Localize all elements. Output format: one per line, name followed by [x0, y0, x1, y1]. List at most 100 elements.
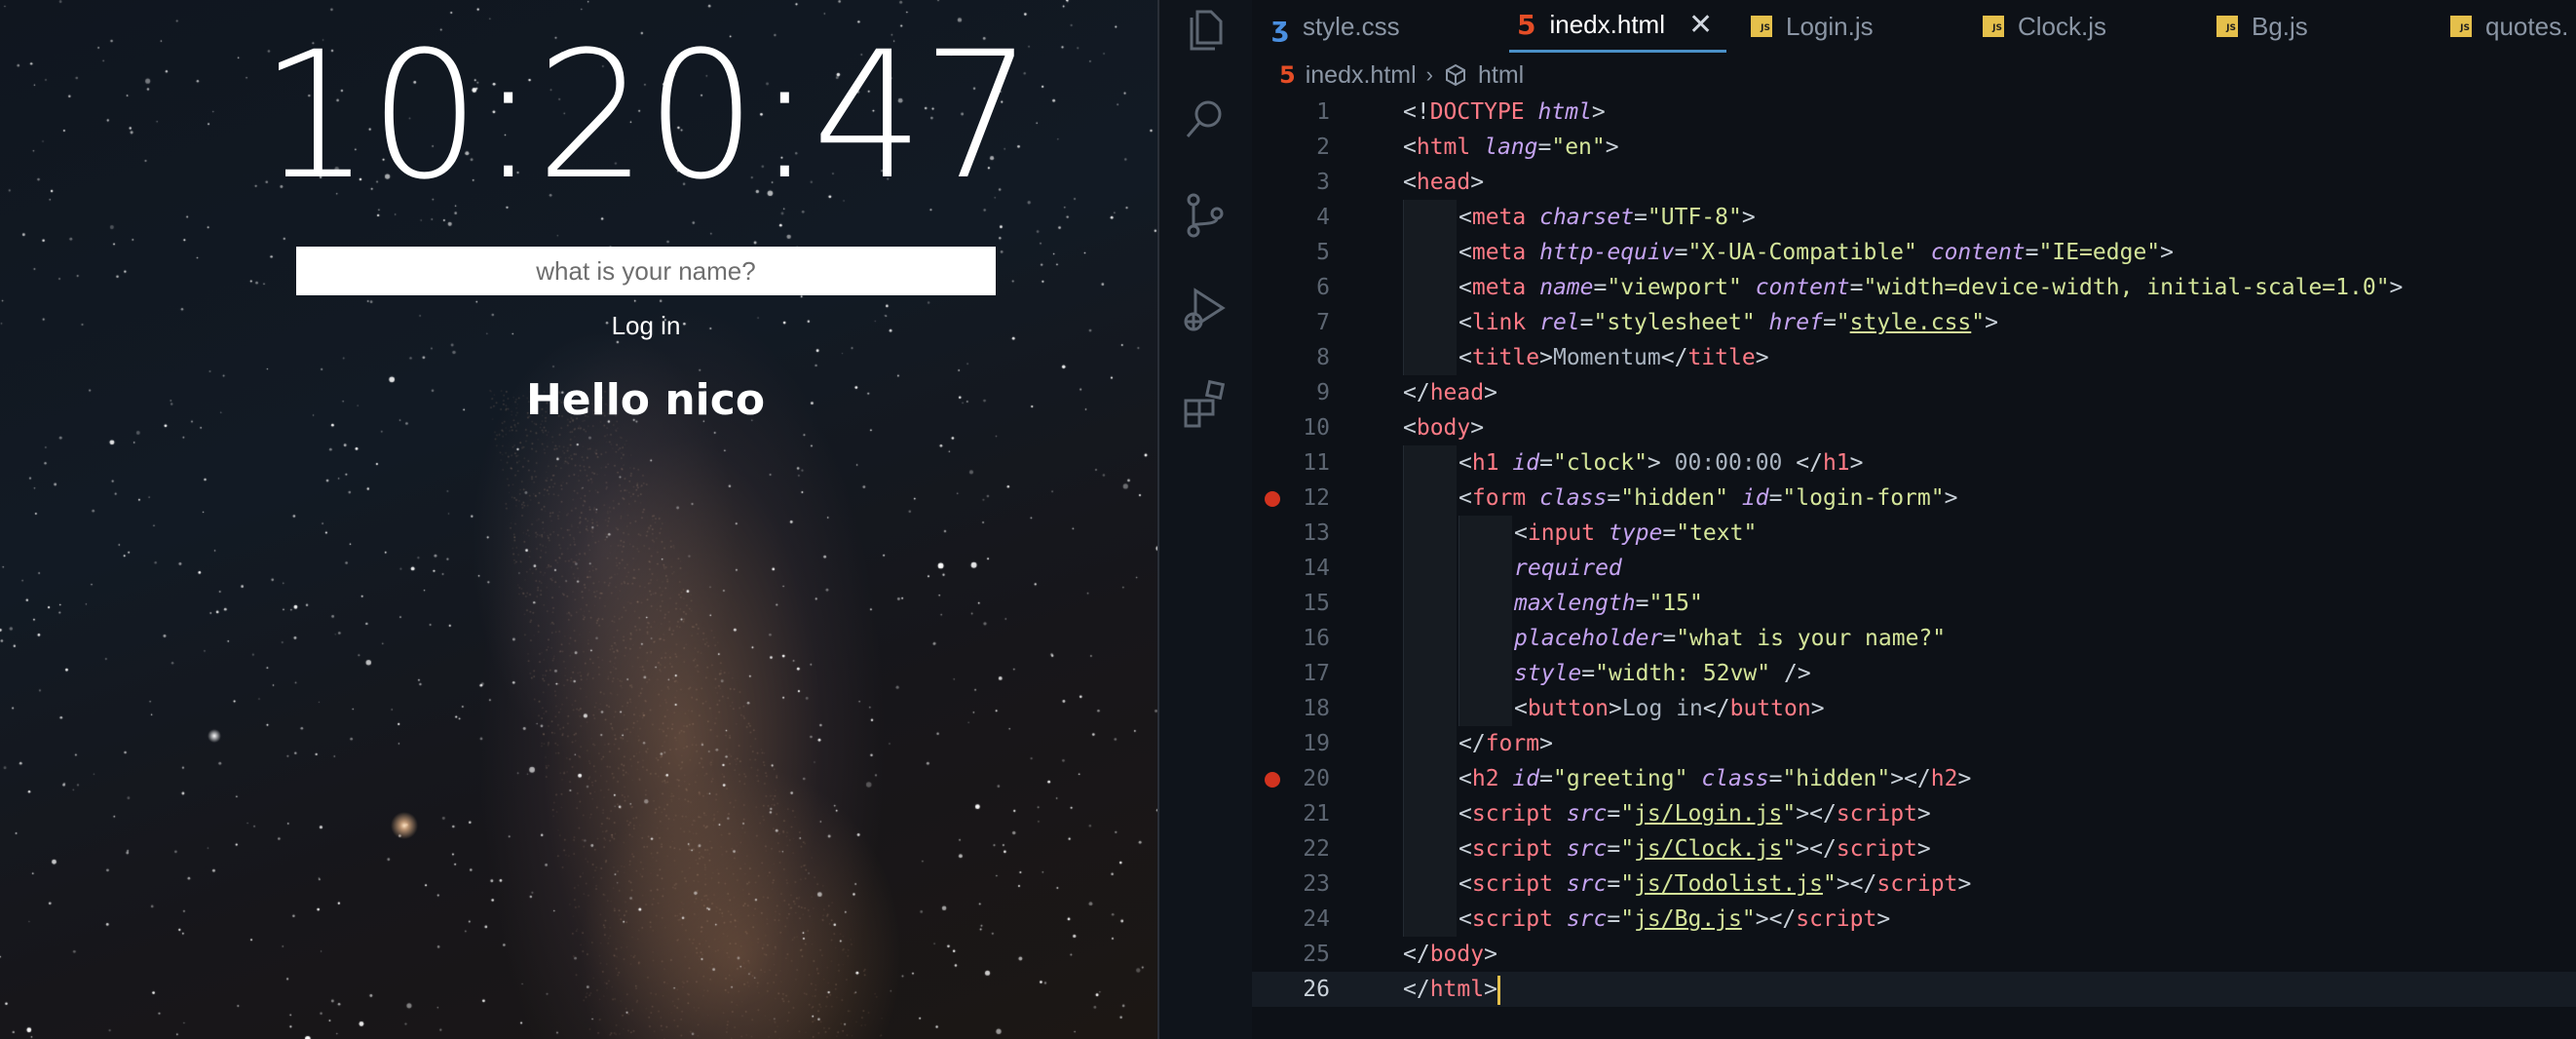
- code-text: <script src="js/Bg.js"></script>: [1458, 906, 1891, 932]
- tab-login-js[interactable]: JS Login.js: [1751, 0, 1874, 53]
- line-number: 21: [1303, 801, 1330, 827]
- code-text: <h2 id="greeting" class="hidden"></h2>: [1458, 766, 1972, 791]
- breadcrumb: 5 inedx.html › html: [1279, 58, 1524, 92]
- source-control-icon[interactable]: [1178, 188, 1232, 243]
- line-number: 16: [1303, 626, 1330, 651]
- tab-label: Bg.js: [2252, 11, 2308, 41]
- line-number: 18: [1303, 696, 1330, 721]
- search-icon[interactable]: [1178, 93, 1232, 147]
- code-line[interactable]: 13 <input type="text": [1252, 516, 2576, 551]
- code-text: </head>: [1403, 380, 1497, 405]
- js-icon: JS: [2450, 16, 2472, 37]
- line-number: 10: [1303, 415, 1330, 441]
- code-line[interactable]: 7 <link rel="stylesheet" href="style.css"…: [1252, 305, 2576, 340]
- line-number: 3: [1316, 170, 1330, 195]
- code-line[interactable]: 10 <body>: [1252, 410, 2576, 445]
- code-line[interactable]: 1 <!DOCTYPE html>: [1252, 95, 2576, 130]
- code-line[interactable]: 18 <button>Log in</button>: [1252, 691, 2576, 726]
- line-number: 13: [1303, 520, 1330, 546]
- js-icon: JS: [1983, 16, 2004, 37]
- code-line[interactable]: 17 style="width: 52vw" />: [1252, 656, 2576, 691]
- code-line[interactable]: 6 <meta name="viewport" content="width=de…: [1252, 270, 2576, 305]
- code-line[interactable]: 21 <script src="js/Login.js"></script>: [1252, 796, 2576, 831]
- code-line[interactable]: 15 maxlength="15": [1252, 586, 2576, 621]
- indent-guide: [1403, 691, 1457, 726]
- indent-guide: [1403, 270, 1457, 305]
- code-line[interactable]: 9 </head>: [1252, 375, 2576, 410]
- code-line[interactable]: 2 <html lang="en">: [1252, 130, 2576, 165]
- code-line[interactable]: 16 placeholder="what is your name?": [1252, 621, 2576, 656]
- line-number: 24: [1303, 906, 1330, 932]
- code-text: <script src="js/Clock.js"></script>: [1458, 836, 1931, 862]
- code-text: <link rel="stylesheet" href="style.css">: [1458, 310, 1998, 335]
- breadcrumb-file[interactable]: inedx.html: [1306, 61, 1417, 90]
- code-line[interactable]: 4 <meta charset="UTF-8">: [1252, 200, 2576, 235]
- name-input[interactable]: [296, 247, 996, 295]
- code-text: <script src="js/Login.js"></script>: [1458, 801, 1931, 827]
- code-line[interactable]: 19 </form>: [1252, 726, 2576, 761]
- indent-guide: [1458, 551, 1512, 586]
- clock-display: 10:20:47: [259, 15, 1033, 218]
- code-text: <form class="hidden" id="login-form">: [1458, 485, 1958, 511]
- symbol-element-icon: [1445, 63, 1465, 87]
- css-icon: ʒ: [1271, 10, 1289, 43]
- indent-guide: [1403, 902, 1457, 937]
- indent-guide: [1458, 621, 1512, 656]
- code-text: <meta name="viewport" content="width=dev…: [1458, 275, 2404, 300]
- code-line[interactable]: 14 required: [1252, 551, 2576, 586]
- code-text: </html>: [1403, 972, 1500, 1007]
- code-line[interactable]: 20 <h2 id="greeting" class="hidden"></h2>: [1252, 761, 2576, 796]
- indent-guide: [1403, 516, 1457, 551]
- indent-guide: [1403, 340, 1457, 375]
- indent-guide: [1458, 586, 1512, 621]
- code-text: <meta charset="UTF-8">: [1458, 205, 1756, 230]
- code-line[interactable]: 25 </body>: [1252, 937, 2576, 972]
- line-number: 25: [1303, 942, 1330, 967]
- code-text: <h1 id="clock"> 00:00:00 </h1>: [1458, 450, 1864, 476]
- code-line[interactable]: 5 <meta http-equiv="X-UA-Compatible" cont…: [1252, 235, 2576, 270]
- tab-quotes-js[interactable]: JS quotes.: [2450, 0, 2568, 53]
- tab-style-css[interactable]: ʒ style.css: [1271, 0, 1400, 53]
- indent-guide: [1403, 551, 1457, 586]
- html-icon: 5: [1517, 9, 1536, 41]
- line-number: 15: [1303, 591, 1330, 616]
- files-icon[interactable]: [1178, 2, 1232, 57]
- code-line[interactable]: 26 </html>: [1252, 972, 2576, 1007]
- code-editor: ʒ style.css 5 inedx.html ✕ JS Login.js J…: [1252, 0, 2576, 1039]
- line-number: 4: [1316, 205, 1330, 230]
- code-text: </form>: [1458, 731, 1553, 756]
- indent-guide: [1403, 235, 1457, 270]
- tab-clock-js[interactable]: JS Clock.js: [1983, 0, 2106, 53]
- tab-label: Login.js: [1786, 11, 1874, 41]
- tab-inedx-html[interactable]: 5 inedx.html ✕: [1509, 0, 1727, 53]
- chevron-right-icon: ›: [1425, 62, 1433, 87]
- run-debug-icon[interactable]: [1178, 283, 1232, 337]
- line-number: 19: [1303, 731, 1330, 756]
- code-line[interactable]: 23 <script src="js/Todolist.js"></script>: [1252, 866, 2576, 902]
- browser-preview: 10:20:47 Log in Hello nico: [0, 0, 1159, 1039]
- code-line[interactable]: 12 <form class="hidden" id="login-form">: [1252, 481, 2576, 516]
- line-number: 14: [1303, 556, 1330, 581]
- code-line[interactable]: 11 <h1 id="clock"> 00:00:00 </h1>: [1252, 445, 2576, 481]
- code-line[interactable]: 22 <script src="js/Clock.js"></script>: [1252, 831, 2576, 866]
- tab-bg-js[interactable]: JS Bg.js: [2216, 0, 2308, 53]
- indent-guide: [1403, 586, 1457, 621]
- js-icon: JS: [1751, 16, 1772, 37]
- extensions-icon[interactable]: [1178, 375, 1232, 430]
- breadcrumb-symbol[interactable]: html: [1478, 61, 1524, 90]
- tab-bar: ʒ style.css 5 inedx.html ✕ JS Login.js J…: [1252, 0, 2576, 53]
- code-text: <button>Log in</button>: [1514, 696, 1825, 721]
- login-button[interactable]: Log in: [546, 308, 746, 343]
- indent-guide: [1403, 866, 1457, 902]
- line-number: 11: [1303, 450, 1330, 476]
- js-icon: JS: [2216, 16, 2238, 37]
- code-line[interactable]: 3 <head>: [1252, 165, 2576, 200]
- close-icon[interactable]: ✕: [1688, 8, 1713, 42]
- line-number: 26: [1303, 977, 1330, 1002]
- code-text: <title>Momentum</title>: [1458, 345, 1769, 370]
- greeting-text: Hello nico: [525, 375, 766, 425]
- code-text: required: [1514, 556, 1622, 581]
- indent-guide: [1403, 481, 1457, 516]
- code-line[interactable]: 8 <title>Momentum</title>: [1252, 340, 2576, 375]
- code-line[interactable]: 24 <script src="js/Bg.js"></script>: [1252, 902, 2576, 937]
